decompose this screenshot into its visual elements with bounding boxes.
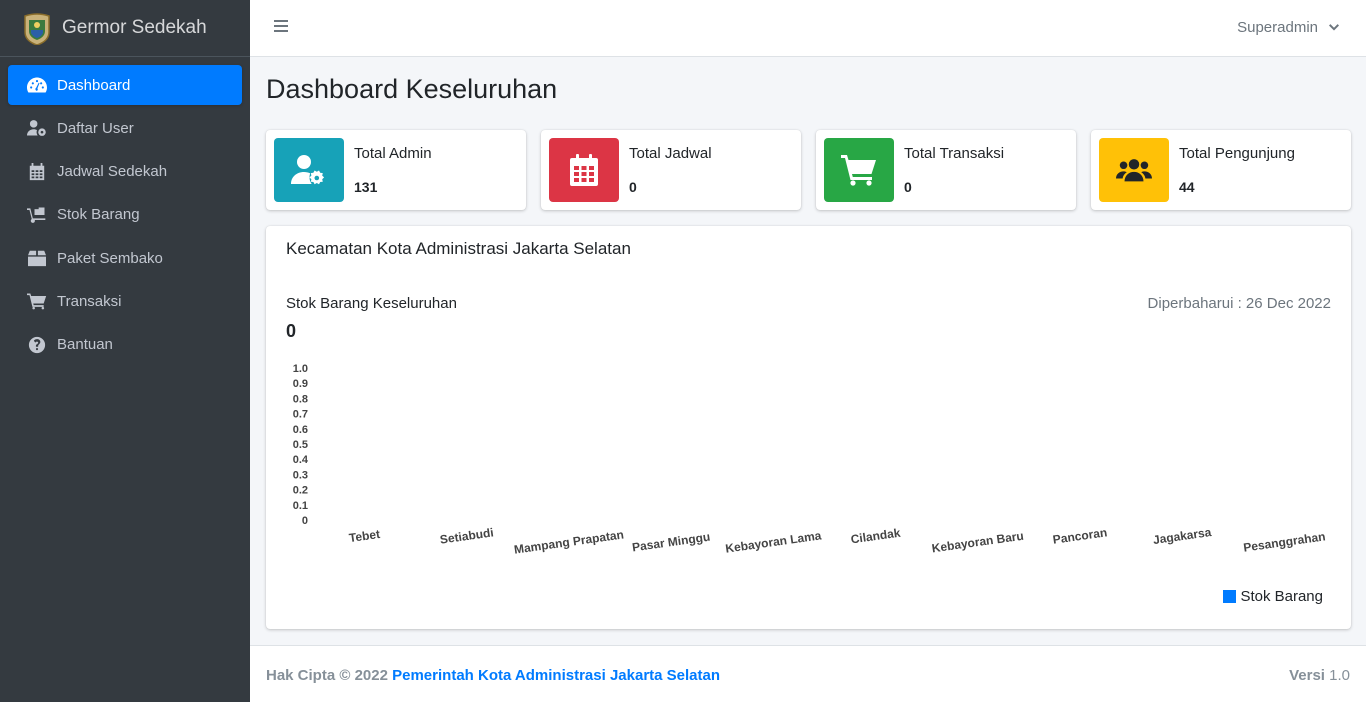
x-tick-label: Jagakarsa [1152,525,1212,547]
footer-org-link[interactable]: Pemerintah Kota Administrasi Jakarta Sel… [392,667,720,684]
cart-icon [26,291,48,311]
info-box-value: 131 [354,179,378,195]
x-tick-label: Cilandak [850,526,902,547]
y-tick-label: 0.3 [293,469,308,481]
info-box-total-admin: Total Admin 131 [266,130,526,210]
info-box-value: 44 [1179,179,1195,195]
sidebar-item-label: Transaksi [57,292,122,310]
sidebar-item-label: Dashboard [57,76,131,94]
user-name: Superadmin [1237,19,1318,36]
calendar-icon [26,162,48,182]
x-tick-label: Mampang Prapatan [513,527,625,556]
sidebar-item-label: Paket Sembako [57,249,163,267]
sidebar-item-bantuan[interactable]: Bantuan [8,325,242,365]
x-tick-label: Pesanggrahan [1242,529,1326,554]
footer-version: Versi 1.0 [1289,667,1350,684]
sidebar-nav: Dashboard Daftar User Jadwal Sedekah Sto… [0,57,250,365]
chart-subtitle: Stok Barang Keseluruhan [286,295,457,312]
info-box-label: Total Admin [354,145,432,162]
top-navbar: Superadmin [250,0,1366,57]
question-circle-icon [26,335,48,355]
x-tick-label: Kebayoran Lama [724,528,822,555]
copyright-text: Hak Cipta © 2022 [266,667,388,684]
bar-chart: 0 0.1 0.2 0.3 0.4 0.5 0.6 0.7 0.8 0.9 1.0 Tebet Seti… [293,363,1327,556]
info-box-total-pengunjung: Total Pengunjung 44 [1091,130,1351,210]
legend-swatch [1223,590,1237,603]
users-icon [1099,138,1169,202]
version-number: 1.0 [1329,667,1350,684]
info-box-label: Total Jadwal [629,145,712,162]
legend-label: Stok Barang [1240,588,1323,605]
y-tick-label: 0.6 [293,424,308,436]
y-tick-label: 0.2 [293,485,308,497]
y-tick-label: 1.0 [293,363,308,375]
sidebar-item-daftar-user[interactable]: Daftar User [8,108,242,148]
chart-legend[interactable]: Stok Barang [1223,588,1323,605]
sidebar-item-label: Stok Barang [57,206,140,224]
brand-link[interactable]: Germor Sedekah [0,0,250,57]
x-tick-label: Pancoran [1052,525,1108,546]
y-tick-label: 0.5 [293,439,308,451]
cart-icon [824,138,894,202]
emblem-logo [24,12,50,45]
version-label: Versi [1289,667,1325,684]
x-tick-label: Setiabudi [439,525,494,546]
footer: Hak Cipta © 2022 Pemerintah Kota Adminis… [250,645,1366,702]
y-tick-label: 0.8 [293,393,308,405]
x-tick-label: Kebayoran Baru [931,529,1025,556]
calendar-icon [549,138,619,202]
y-tick-label: 0.9 [293,378,308,390]
user-cog-icon [274,138,344,202]
info-box-label: Total Transaksi [904,145,1005,162]
y-tick-label: 0.7 [293,409,308,421]
card-title: Kecamatan Kota Administrasi Jakarta Sela… [286,239,631,258]
y-tick-label: 0 [302,515,308,527]
info-box-value: 0 [904,179,912,195]
sidebar-item-label: Bantuan [57,336,113,354]
footer-copyright: Hak Cipta © 2022 Pemerintah Kota Adminis… [266,667,720,684]
chart-updated-date: Diperbaharui : 26 Dec 2022 [1147,295,1331,312]
sidebar-item-dashboard[interactable]: Dashboard [8,65,242,105]
menu-toggle-icon[interactable] [274,20,288,34]
dolly-icon [26,205,48,225]
x-tick-label: Tebet [348,527,381,545]
sidebar-item-stok-barang[interactable]: Stok Barang [8,195,242,235]
sidebar-item-transaksi[interactable]: Transaksi [8,281,242,321]
page-title: Dashboard Keseluruhan [266,74,558,104]
info-box-total-transaksi: Total Transaksi 0 [816,130,1076,210]
brand-name: Germor Sedekah [62,17,207,38]
sidebar-item-paket-sembako[interactable]: Paket Sembako [8,238,242,278]
box-icon [26,248,48,268]
chevron-down-icon [1329,23,1339,30]
sidebar: Germor Sedekah Dashboard Daftar User Jad… [0,0,250,702]
info-box-label: Total Pengunjung [1179,145,1295,162]
chart-total: 0 [286,321,297,341]
sidebar-item-label: Daftar User [57,119,134,137]
user-cog-icon [26,118,48,138]
y-tick-label: 0.4 [293,454,309,466]
info-box-total-jadwal: Total Jadwal 0 [541,130,801,210]
x-tick-label: Pasar Minggu [631,530,711,555]
sidebar-item-label: Jadwal Sedekah [57,163,168,181]
user-menu[interactable]: Superadmin [1237,19,1340,36]
sidebar-item-jadwal-sedekah[interactable]: Jadwal Sedekah [8,152,242,192]
y-tick-label: 0.1 [293,500,308,512]
tachometer-icon [26,75,48,95]
chart-card: Kecamatan Kota Administrasi Jakarta Sela… [266,226,1351,629]
info-box-value: 0 [629,179,637,195]
